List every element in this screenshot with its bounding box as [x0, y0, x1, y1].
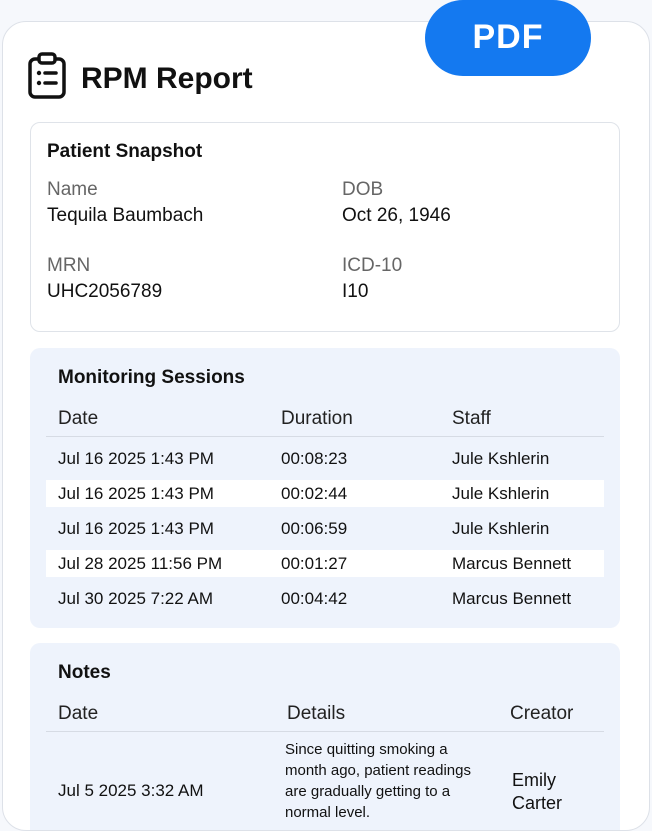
column-header-creator: Creator — [510, 703, 574, 724]
dob-value: Oct 26, 1946 — [342, 205, 451, 226]
table-row[interactable]: Jul 16 2025 1:43 PM 00:06:59 Jule Kshler… — [46, 515, 604, 542]
session-date: Jul 30 2025 7:22 AM — [58, 589, 214, 608]
monitoring-sessions-title: Monitoring Sessions — [58, 367, 245, 388]
clipboard-icon — [27, 52, 67, 105]
patient-snapshot-panel: Patient Snapshot Name Tequila Baumbach D… — [30, 122, 620, 332]
session-staff: Marcus Bennett — [452, 554, 572, 573]
column-header-details: Details — [287, 703, 346, 724]
notes-panel: Notes Date Details Creator Jul 5 2025 3:… — [30, 643, 620, 830]
session-staff: Jule Kshlerin — [452, 484, 550, 503]
session-duration: 00:02:44 — [281, 484, 348, 503]
pdf-export-button[interactable]: PDF — [425, 0, 591, 76]
page-title: RPM Report — [81, 61, 253, 95]
session-date: Jul 16 2025 1:43 PM — [58, 449, 214, 468]
session-duration: 00:08:23 — [281, 449, 348, 468]
header-divider — [46, 436, 604, 437]
dob-label: DOB — [342, 179, 384, 200]
session-staff: Jule Kshlerin — [452, 519, 550, 538]
session-duration: 00:04:42 — [281, 589, 348, 608]
table-row[interactable]: Jul 16 2025 1:43 PM 00:02:44 Jule Kshler… — [46, 480, 604, 507]
mrn-label: MRN — [47, 255, 91, 276]
note-date: Jul 5 2025 3:32 AM — [58, 781, 204, 800]
session-duration: 00:01:27 — [281, 554, 348, 573]
header-divider — [46, 731, 604, 732]
report-card: RPM Report Patient Snapshot Name Tequila… — [2, 21, 650, 831]
table-row[interactable]: Jul 28 2025 11:56 PM 00:01:27 Marcus Ben… — [46, 550, 604, 577]
icd-value: I10 — [342, 281, 369, 302]
name-label: Name — [47, 179, 98, 200]
column-header-staff: Staff — [452, 408, 491, 429]
report-header: RPM Report — [27, 52, 253, 105]
column-header-date: Date — [58, 408, 99, 429]
notes-title: Notes — [58, 662, 111, 683]
session-duration: 00:06:59 — [281, 519, 348, 538]
note-creator: Emily Carter — [512, 770, 563, 813]
session-date: Jul 16 2025 1:43 PM — [58, 519, 214, 538]
column-header-date: Date — [58, 703, 99, 724]
note-details: Since quitting smoking a month ago, pati… — [285, 741, 471, 821]
name-value: Tequila Baumbach — [47, 205, 204, 226]
column-header-duration: Duration — [281, 408, 353, 429]
patient-snapshot-title: Patient Snapshot — [47, 141, 203, 162]
table-row[interactable]: Jul 16 2025 1:43 PM 00:08:23 Jule Kshler… — [46, 445, 604, 472]
session-date: Jul 28 2025 11:56 PM — [58, 554, 223, 573]
mrn-value: UHC2056789 — [47, 281, 163, 302]
table-row[interactable]: Jul 30 2025 7:22 AM 00:04:42 Marcus Benn… — [46, 585, 604, 612]
session-staff: Marcus Bennett — [452, 589, 572, 608]
session-staff: Jule Kshlerin — [452, 449, 550, 468]
monitoring-sessions-panel: Monitoring Sessions Date Duration Staff … — [30, 348, 620, 628]
session-date: Jul 16 2025 1:43 PM — [58, 484, 214, 503]
icd-label: ICD-10 — [342, 255, 403, 276]
